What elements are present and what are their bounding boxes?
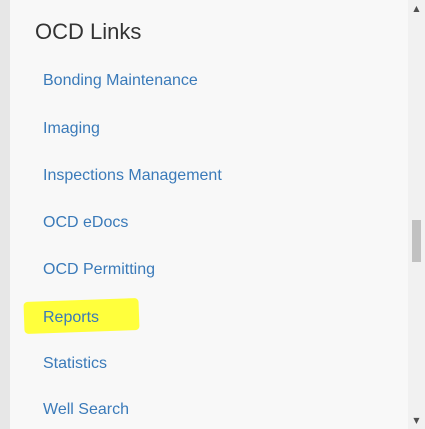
- left-border: [0, 0, 10, 429]
- link-ocd-permitting[interactable]: OCD Permitting: [43, 259, 155, 281]
- ocd-links-panel: OCD Links Bonding Maintenance Imaging In…: [10, 0, 408, 429]
- link-bonding-maintenance[interactable]: Bonding Maintenance: [43, 70, 198, 92]
- vertical-scrollbar[interactable]: ▲ ▼: [408, 0, 425, 429]
- scrollbar-thumb[interactable]: [412, 220, 421, 262]
- link-inspections-management[interactable]: Inspections Management: [43, 165, 222, 187]
- link-statistics[interactable]: Statistics: [43, 353, 107, 375]
- page: OCD Links Bonding Maintenance Imaging In…: [0, 0, 425, 429]
- triangle-up-icon[interactable]: ▲: [408, 0, 425, 17]
- panel-title: OCD Links: [35, 19, 142, 44]
- triangle-down-icon[interactable]: ▼: [408, 412, 425, 429]
- link-reports[interactable]: Reports: [43, 307, 99, 329]
- link-ocd-edocs[interactable]: OCD eDocs: [43, 212, 128, 234]
- link-well-search[interactable]: Well Search: [43, 399, 129, 421]
- link-imaging[interactable]: Imaging: [43, 118, 100, 140]
